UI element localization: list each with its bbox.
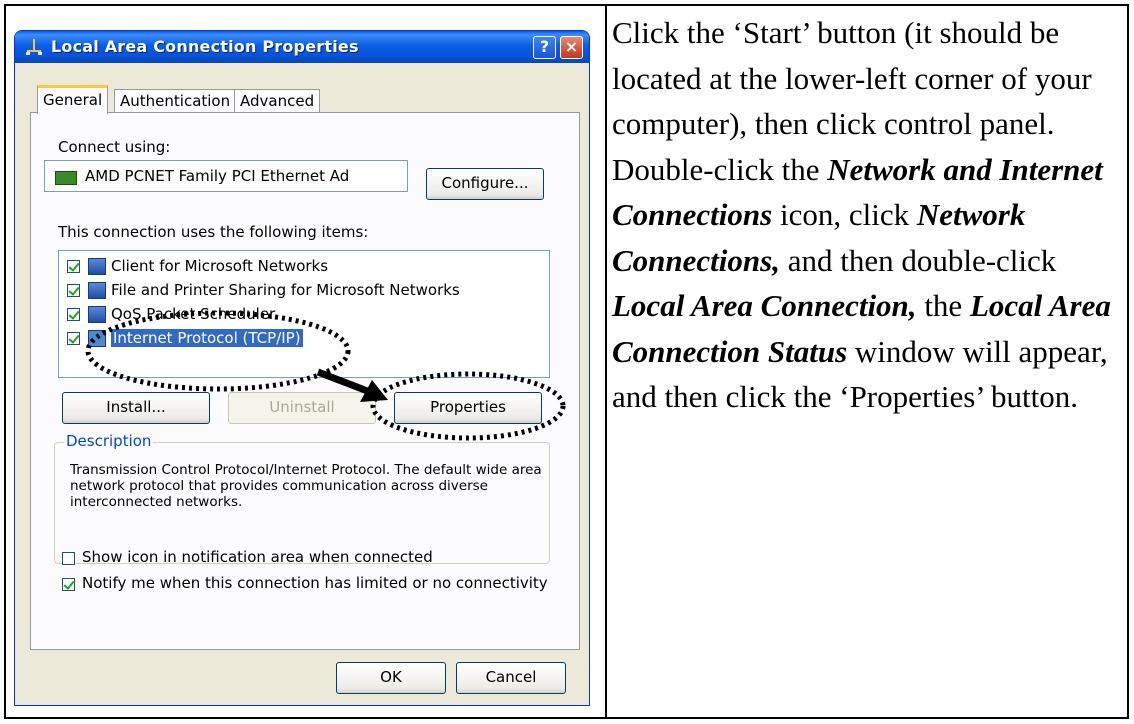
connect-using-label: Connect using: [58, 138, 171, 156]
item-checkbox[interactable] [67, 260, 80, 273]
configure-button[interactable]: Configure... [426, 168, 544, 200]
network-adapter-icon [55, 171, 77, 185]
table-divider [605, 6, 607, 717]
show-icon-checkbox[interactable] [62, 552, 75, 565]
instruction-text: Click the ‘Start’ button (it should be l… [612, 10, 1122, 420]
adapter-name: AMD PCNET Family PCI Ethernet Ad [85, 167, 350, 185]
item-checkbox[interactable] [67, 284, 80, 297]
adapter-field: AMD PCNET Family PCI Ethernet Ad [44, 160, 408, 192]
instruction-part: icon, click [772, 197, 917, 232]
install-button[interactable]: Install... [62, 392, 210, 424]
instruction-emphasis: Local Area Connection, [612, 288, 917, 323]
item-label: Internet Protocol (TCP/IP) [111, 329, 303, 347]
cancel-button[interactable]: Cancel [456, 662, 566, 694]
notify-checkbox[interactable] [62, 578, 75, 591]
item-checkbox[interactable] [67, 308, 80, 321]
notify-label: Notify me when this connection has limit… [82, 574, 548, 592]
description-text: Transmission Control Protocol/Internet P… [70, 462, 542, 510]
client-icon [88, 258, 106, 275]
dialog-content: Connect using: AMD PCNET Family PCI Ethe… [14, 30, 590, 706]
scheduler-icon [88, 306, 106, 323]
protocol-icon [88, 330, 106, 347]
item-label: QoS Packet Scheduler [111, 305, 276, 323]
description-legend: Description [64, 432, 154, 450]
items-label: This connection uses the following items… [58, 223, 369, 241]
instruction-part: the [916, 288, 970, 323]
instruction-part: and then double-click [779, 242, 1057, 278]
item-label: Client for Microsoft Networks [111, 257, 329, 275]
ok-button[interactable]: OK [336, 662, 446, 694]
item-checkbox[interactable] [67, 332, 80, 345]
uninstall-button: Uninstall [228, 392, 376, 424]
item-label: File and Printer Sharing for Microsoft N… [111, 281, 460, 299]
properties-button[interactable]: Properties [394, 392, 542, 424]
show-icon-label: Show icon in notification area when conn… [82, 548, 433, 566]
sharing-icon [88, 282, 106, 299]
tab-general[interactable]: General [37, 85, 109, 114]
items-list[interactable]: Client for Microsoft Networks File and P… [58, 250, 550, 378]
